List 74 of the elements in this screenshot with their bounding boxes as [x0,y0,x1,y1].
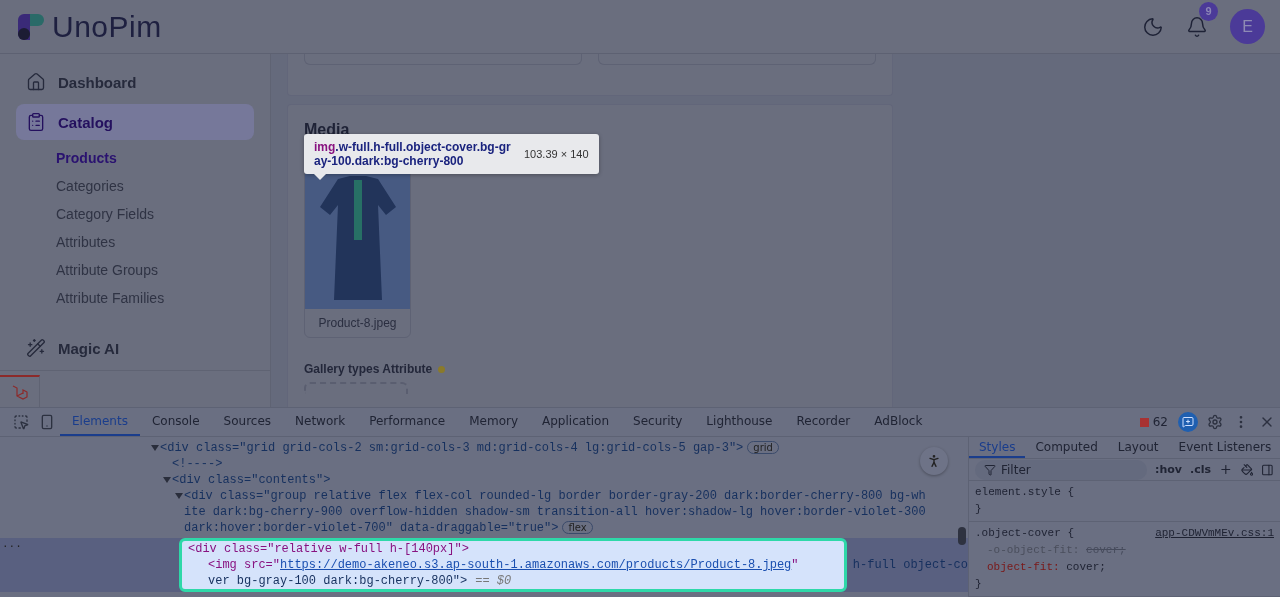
settings-icon[interactable] [1207,414,1223,430]
html-code-line[interactable]: ver bg-gray-100 dark:bg-cherry-800"> == $0 [188,573,844,589]
sidebar-toggle-icon[interactable] [1261,462,1274,477]
nav-item[interactable]: Catalog [16,104,254,140]
css-property[interactable]: object-fit: cover; [975,559,1274,576]
hover-state-button[interactable]: :hov [1155,463,1182,476]
devtools-tab[interactable]: Memory [457,408,530,436]
css-selector: element.style { [975,485,1075,500]
nav-item[interactable]: Magic AI [16,330,254,366]
nav-subitem[interactable]: Attribute Families [56,284,254,312]
notification-icon[interactable] [1186,15,1208,38]
ai-assistant-button[interactable] [1178,412,1198,432]
filter-icon [984,463,996,476]
add-rule-icon[interactable] [1219,462,1233,477]
image-caption: Product-8.jpeg [317,315,398,332]
css-brace: } [975,578,982,590]
html-code-line[interactable]: <div class="group relative flex flex-col rounded-lg border border-gray-200 dark:border-cherry-800 bg-white dark:bg-cherry-900 overflow-hidden shadow-sm transition-all hover:shadow-lg hover:border-violet-300 dark:hover:border-violet-700" data-draggable="true"> flex [184,488,930,536]
devtools-tab[interactable]: AdBlock [862,408,935,436]
logo-icon [16,11,46,42]
device-toolbar-icon[interactable] [39,414,55,430]
nav-subitem[interactable]: Category Fields [56,200,254,228]
devtools-tab[interactable]: Elements [60,408,140,436]
devtools-tab[interactable]: Lighthouse [694,408,785,436]
element-selector: img.w-full.h-full.object-cover.bg-gray-100.dark:bg-cherry-800 [314,140,512,168]
class-button[interactable]: .cls [1189,463,1211,476]
devtools-tab[interactable]: Recorder [784,408,863,436]
inspect-icon[interactable] [13,414,29,430]
html-code-line[interactable]: <!----> [172,456,223,472]
scrollbar-thumb[interactable] [958,527,966,545]
html-code-line[interactable]: <div class="contents"> [172,472,331,488]
html-code-line[interactable]: <div class="grid grid-cols-2 sm:grid-cols-3 md:grid-cols-4 lg:grid-cols-5 gap-3"> grid [160,440,779,456]
devtools-tab[interactable]: Network [283,408,358,436]
dark-mode-icon[interactable] [1142,15,1164,38]
nav-subitem[interactable]: Products [56,144,254,172]
devtools-tab[interactable]: Performance [357,408,458,436]
nav-subitem[interactable]: Categories [56,172,254,200]
notification-count: 9 [1199,1,1218,21]
issues-counter[interactable]: 62 [1133,408,1174,436]
devtools-tab[interactable]: Sources [211,408,284,436]
element-size: 103.39 × 140 [524,148,589,160]
magic-wand-icon [26,338,46,358]
logo-text: UnoPim [52,9,162,44]
html-code-line[interactable]: <div class="relative w-full h-[140px]"> [188,541,844,557]
expand-triangle-icon[interactable] [163,477,171,483]
devtools-tab[interactable]: Security [621,408,695,436]
clipboard-icon [26,112,46,132]
expand-triangle-icon[interactable] [175,493,183,499]
nav-item[interactable]: Dashboard [16,64,254,100]
filter-field[interactable]: Filter [975,459,1147,480]
html-code-text: h-full object-co [851,557,968,574]
field-label: Gallery types Attribute [304,362,433,376]
nav-subitem[interactable]: Attribute Groups [56,256,254,284]
styles-tab[interactable]: Styles [969,437,1026,458]
expand-triangle-icon[interactable] [151,445,159,451]
html-code-line[interactable]: <img src="https://demo-akeneo.s3.ap-south-1.amazonaws.com/products/Product-8.jpeg" [188,557,844,573]
accessibility-button[interactable] [920,447,948,475]
chat-plus-icon [1182,416,1194,428]
devtools-tab[interactable]: Console [139,408,212,436]
node-menu[interactable]: ··· [0,538,179,592]
paint-icon[interactable] [1240,462,1254,477]
css-selector: .object-cover { [975,526,1075,541]
css-brace: } [975,503,982,515]
styles-tab[interactable]: Computed [1025,437,1108,458]
selected-node[interactable]: <div class="relative w-full h-[140px]"> <img src="https://demo-akeneo.s3.ap-south-1.amazonaws.com/products/Product-8.jpeg" ver bg-gray-100 dark:bg-cherry-800"> == $0 [179,538,847,592]
devtools-tab[interactable]: Application [530,408,622,436]
home-icon [26,72,46,92]
laravel-logo-icon [10,383,29,401]
styles-tab[interactable]: Event Listeners [1168,437,1280,458]
user-avatar[interactable]: E [1230,9,1265,44]
person-icon [926,453,942,469]
styles-tab[interactable]: Layout [1107,437,1169,458]
status-dot [438,365,446,373]
nav-subitem[interactable]: Attributes [56,228,254,256]
stylesheet-link[interactable]: app-CDWVmMEv.css:1 [1155,525,1274,542]
